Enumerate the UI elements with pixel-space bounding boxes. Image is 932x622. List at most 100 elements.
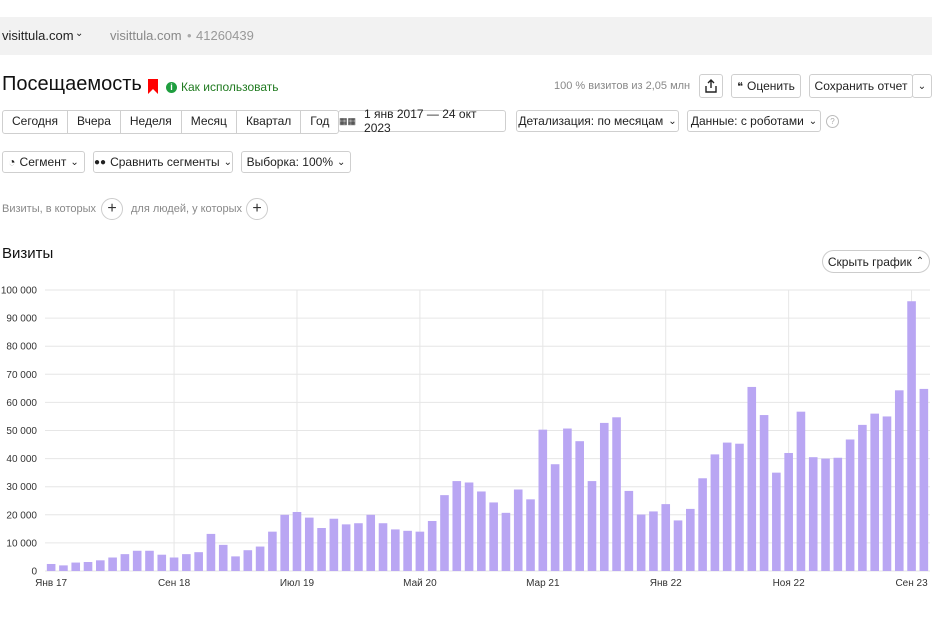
bar[interactable] (46, 563, 56, 571)
export-button[interactable] (699, 74, 723, 98)
bar[interactable] (686, 508, 695, 571)
bar[interactable] (366, 514, 376, 571)
bar[interactable] (587, 481, 597, 571)
bar[interactable] (145, 550, 154, 571)
bar[interactable] (268, 531, 277, 571)
bar[interactable] (354, 523, 363, 571)
bar[interactable] (403, 530, 412, 571)
bar[interactable] (243, 550, 253, 571)
bar[interactable] (624, 490, 634, 571)
robots-dropdown[interactable]: Данные: с роботами ⌄ (687, 110, 821, 132)
bar[interactable] (808, 457, 818, 571)
bar[interactable] (378, 523, 388, 571)
bar[interactable] (821, 458, 830, 571)
how-to-use-link[interactable]: i Как использовать (166, 80, 279, 94)
bar[interactable] (83, 562, 93, 571)
bar[interactable] (907, 301, 916, 571)
bar[interactable] (772, 472, 781, 571)
bar[interactable] (255, 546, 265, 571)
bar[interactable] (96, 560, 105, 571)
bar[interactable] (661, 504, 671, 571)
bar[interactable] (501, 512, 511, 571)
bar[interactable] (304, 517, 314, 571)
bar[interactable] (870, 413, 879, 571)
bar[interactable] (735, 443, 744, 571)
bar[interactable] (206, 533, 216, 571)
add-visit-filter-button[interactable]: + (101, 198, 123, 220)
period-today[interactable]: Сегодня (3, 111, 68, 133)
bookmark-icon[interactable] (148, 79, 158, 94)
save-menu-button[interactable]: ⌄ (912, 74, 932, 98)
bar[interactable] (169, 557, 179, 571)
bar[interactable] (673, 520, 683, 571)
sample-dropdown[interactable]: Выборка: 100% ⌄ (241, 151, 351, 173)
bar[interactable] (415, 531, 425, 571)
bar[interactable] (329, 518, 339, 571)
period-selector: Сегодня Вчера Неделя Месяц Квартал Год (2, 110, 340, 134)
rate-button[interactable]: ❝ Оценить (731, 74, 801, 98)
site-selector[interactable]: visittula.com (2, 28, 74, 43)
bar[interactable] (919, 388, 929, 571)
bar[interactable] (784, 452, 793, 571)
period-month[interactable]: Месяц (182, 111, 237, 133)
chevron-down-icon[interactable]: ⌄ (75, 28, 83, 39)
bar[interactable] (845, 439, 855, 571)
bar[interactable] (526, 499, 535, 571)
bar[interactable] (477, 491, 486, 571)
bar[interactable] (649, 511, 658, 571)
compare-segments-button[interactable]: ●● Сравнить сегменты ⌄ (93, 151, 233, 173)
bar[interactable] (157, 554, 167, 571)
bar[interactable] (231, 556, 240, 571)
bar[interactable] (612, 417, 621, 571)
bar[interactable] (391, 529, 400, 571)
bar[interactable] (317, 528, 326, 571)
bar[interactable] (599, 422, 609, 571)
separator-dot: • (187, 28, 192, 43)
date-range-button[interactable]: ▦▦ 1 янв 2017 — 24 окт 2023 (338, 107, 506, 135)
bar[interactable] (759, 415, 769, 571)
segment-button[interactable]: ◔ Сегмент ⌄ (2, 151, 85, 173)
bar[interactable] (636, 514, 646, 571)
bar[interactable] (218, 544, 228, 571)
bar[interactable] (427, 520, 437, 571)
bar[interactable] (341, 524, 351, 571)
bar[interactable] (132, 550, 142, 571)
hide-chart-button[interactable]: Скрыть график ⌃ (822, 250, 930, 273)
bar[interactable] (292, 511, 302, 571)
bar[interactable] (858, 424, 867, 571)
bar[interactable] (833, 457, 843, 571)
save-report-button[interactable]: Сохранить отчет (809, 74, 913, 98)
detail-dropdown[interactable]: Детализация: по месяцам ⌄ (516, 110, 679, 132)
bar[interactable] (59, 565, 68, 571)
bar[interactable] (563, 428, 572, 571)
bar[interactable] (575, 441, 584, 571)
bar[interactable] (894, 390, 904, 571)
bar[interactable] (513, 489, 523, 571)
bar[interactable] (194, 552, 203, 571)
bar[interactable] (796, 411, 806, 571)
bar[interactable] (710, 454, 720, 571)
bar[interactable] (464, 482, 474, 571)
sample-info: 100 % визитов из 2,05 млн (554, 80, 691, 92)
bar[interactable] (882, 416, 892, 571)
bar[interactable] (538, 429, 548, 571)
bar[interactable] (747, 386, 757, 571)
bar[interactable] (489, 502, 498, 571)
bar[interactable] (722, 442, 732, 571)
bar[interactable] (182, 554, 191, 571)
bar[interactable] (550, 464, 560, 571)
bar[interactable] (280, 514, 289, 571)
period-quarter[interactable]: Квартал (237, 111, 302, 133)
period-year[interactable]: Год (301, 111, 338, 133)
bar[interactable] (440, 495, 449, 571)
bar[interactable] (120, 554, 130, 571)
site-name-secondary: visittula.com (110, 28, 182, 43)
add-user-filter-button[interactable]: + (246, 198, 268, 220)
help-icon[interactable]: ? (826, 115, 839, 128)
bar[interactable] (71, 562, 81, 571)
period-week[interactable]: Неделя (121, 111, 182, 133)
period-yesterday[interactable]: Вчера (68, 111, 121, 133)
bar[interactable] (452, 481, 462, 571)
bar[interactable] (698, 478, 707, 571)
bar[interactable] (108, 557, 117, 571)
